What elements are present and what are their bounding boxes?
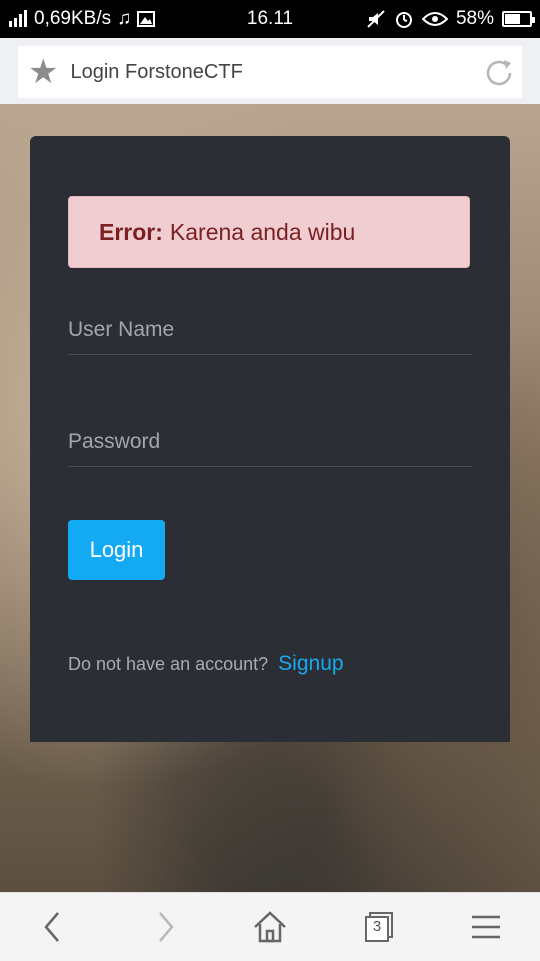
status-bar: 0,69KB/s ♫ 16.11 58% (0, 0, 540, 38)
forward-arrow-icon[interactable] (144, 907, 184, 947)
username-placeholder: User Name (68, 318, 175, 341)
eye-icon (421, 12, 448, 26)
battery-icon (502, 11, 535, 27)
signup-link[interactable]: Signup (278, 652, 343, 675)
password-placeholder: Password (68, 430, 161, 453)
tabs-count: 3 (372, 918, 382, 935)
signup-prompt: Do not have an account? (68, 654, 269, 674)
alarm-icon (395, 12, 412, 28)
login-button[interactable]: Login (68, 520, 165, 580)
password-field[interactable]: Password (68, 426, 472, 467)
home-icon[interactable] (250, 907, 290, 947)
login-card: Error: Karena anda wibu User Name Passwo… (30, 136, 510, 742)
url-field[interactable]: ★ Login ForstoneCTF (18, 46, 522, 98)
error-alert: Error: Karena anda wibu (68, 196, 470, 268)
page-title: Login ForstoneCTF (70, 60, 243, 83)
reload-icon[interactable] (482, 56, 516, 90)
battery-percent: 58% (455, 8, 494, 29)
signup-row: Do not have an account? Signup (68, 652, 344, 676)
tabs-icon[interactable]: 3 (358, 907, 398, 947)
username-field[interactable]: User Name (68, 314, 472, 355)
browser-bottom-bar: 3 (0, 892, 540, 961)
error-message: Karena anda wibu (169, 218, 356, 245)
star-icon[interactable]: ★ (28, 55, 58, 89)
address-bar: ★ Login ForstoneCTF (0, 38, 540, 104)
mute-icon (367, 10, 385, 28)
error-label: Error: (99, 218, 163, 245)
menu-icon[interactable] (466, 907, 506, 947)
back-arrow-icon[interactable] (34, 907, 74, 947)
